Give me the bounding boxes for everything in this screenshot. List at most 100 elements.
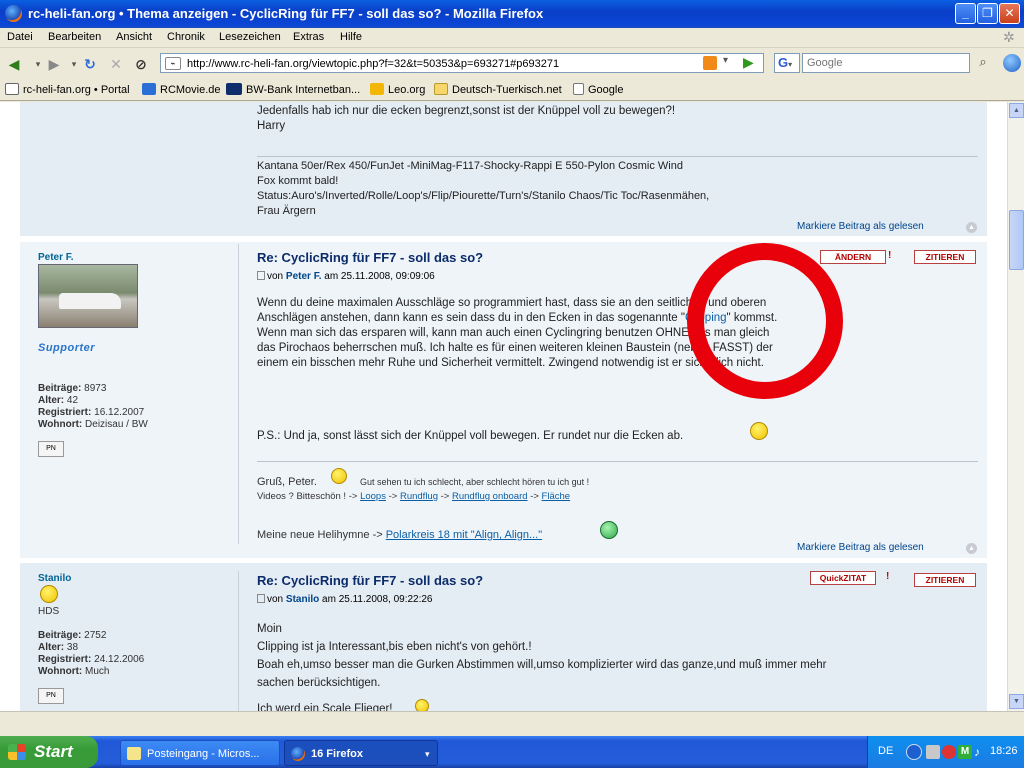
scroll-top-icon[interactable]: ▲: [966, 543, 977, 554]
home-icon[interactable]: ⊘: [131, 54, 151, 74]
tray-security-icon[interactable]: [942, 745, 956, 759]
tray-messenger-icon[interactable]: M: [958, 745, 972, 759]
mark-read-link[interactable]: Markiere Beitrag als gelesen: [797, 542, 924, 553]
post-title[interactable]: Re: CyclicRing für FF7 - soll das so?: [257, 573, 483, 588]
volume-icon[interactable]: ♪: [974, 745, 986, 759]
video-link-flaeche[interactable]: Fläche: [542, 491, 571, 502]
scrollbar-thumb[interactable]: [1009, 210, 1024, 270]
smiley-icon: [415, 699, 429, 711]
post-username[interactable]: Stanilo: [38, 573, 71, 584]
post-username[interactable]: Peter F.: [38, 252, 74, 263]
hymn-link[interactable]: Polarkreis 18 mit "Align, Align...": [386, 529, 542, 541]
reload-icon[interactable]: ↻: [80, 54, 100, 74]
firefox-icon: [5, 5, 22, 22]
window-titlebar[interactable]: rc-heli-fan.org • Thema anzeigen - Cycli…: [0, 0, 1024, 28]
menu-chronik[interactable]: Chronik: [167, 31, 205, 43]
post-icon: [257, 594, 265, 603]
user-stats: Beiträge: 2752 Alter: 38 Registriert: 24…: [38, 630, 145, 677]
back-button[interactable]: ◀: [4, 54, 24, 74]
pm-button[interactable]: PN: [38, 441, 64, 457]
signature-greeting: Gruß, Peter.: [257, 476, 317, 488]
folder-icon: [434, 83, 448, 95]
search-engine-selector[interactable]: G▾: [774, 53, 800, 73]
stop-icon[interactable]: ✕: [106, 54, 126, 74]
tray-tool-icon[interactable]: [926, 745, 940, 759]
throbber-icon: ✲: [1003, 29, 1015, 45]
taskbar-item-outlook[interactable]: Posteingang - Micros...: [120, 740, 280, 766]
quote-button[interactable]: ZITIEREN: [914, 573, 976, 587]
page-icon: [573, 83, 584, 95]
supporter-badge: Supporter: [38, 342, 96, 354]
quote-button[interactable]: ZITIEREN: [914, 250, 976, 264]
report-icon[interactable]: !: [886, 571, 889, 582]
scroll-up-button[interactable]: ▲: [1009, 103, 1024, 118]
avatar-car: [59, 293, 121, 309]
start-button[interactable]: Start: [0, 736, 98, 768]
video-link-rundflug-onboard[interactable]: Rundflug onboard: [452, 491, 528, 502]
signature-divider: [257, 156, 978, 157]
search-box[interactable]: [802, 53, 970, 73]
bookmark-bw-bank[interactable]: BW-Bank Internetban...: [226, 83, 360, 96]
video-link-loops[interactable]: Loops: [360, 491, 386, 502]
menu-bar: Datei Bearbeiten Ansicht Chronik Lesezei…: [0, 28, 1024, 48]
rss-feed-icon[interactable]: [703, 56, 717, 70]
menu-lesezeichen[interactable]: Lesezeichen: [219, 31, 281, 43]
bookmark-deutsch-tuerkisch[interactable]: Deutsch-Tuerkisch.net: [434, 83, 562, 96]
bookmark-leo[interactable]: Leo.org: [370, 83, 425, 96]
taskbar-item-firefox[interactable]: 16 Firefox ▾: [284, 740, 438, 766]
avatar: [38, 264, 138, 328]
mark-read-link[interactable]: Markiere Beitrag als gelesen: [797, 221, 924, 232]
menu-bearbeiten[interactable]: Bearbeiten: [48, 31, 101, 43]
minimize-button[interactable]: _: [955, 3, 976, 24]
bookmark-rc-heli-fan[interactable]: rc-heli-fan.org • Portal: [5, 83, 130, 96]
search-icon[interactable]: ⌕: [973, 54, 993, 72]
url-text[interactable]: http://www.rc-heli-fan.org/viewtopic.php…: [187, 58, 559, 70]
menu-hilfe[interactable]: Hilfe: [340, 31, 362, 43]
close-button[interactable]: ✕: [999, 3, 1020, 24]
menu-extras[interactable]: Extras: [293, 31, 324, 43]
waving-smiley-icon: [331, 468, 347, 484]
leo-icon: [370, 83, 384, 95]
system-tray: DE M ♪ 18:26: [867, 736, 1024, 768]
heli-icon: [5, 83, 19, 95]
bookmark-google[interactable]: Google: [573, 83, 623, 96]
menu-datei[interactable]: Datei: [7, 31, 33, 43]
signature-divider: [257, 461, 978, 462]
pm-button[interactable]: PN: [38, 688, 64, 704]
scroll-down-button[interactable]: ▼: [1009, 694, 1024, 709]
go-button[interactable]: ▶: [743, 54, 754, 71]
site-favicon-icon: ⌁: [165, 57, 181, 70]
post-title[interactable]: Re: CyclicRing für FF7 - soll das so?: [257, 250, 483, 265]
network-icon[interactable]: [906, 744, 922, 760]
language-indicator[interactable]: DE: [878, 745, 893, 757]
video-link-rundflug[interactable]: Rundflug: [400, 491, 438, 502]
globe-icon[interactable]: [1003, 54, 1021, 72]
post-column-divider: [238, 244, 239, 544]
post-stanilo: Stanilo HDS Beiträge: 2752 Alter: 38 Reg…: [20, 563, 987, 711]
confused-smiley-icon: [40, 585, 58, 603]
taskbar: Start Posteingang - Micros... 16 Firefox…: [0, 736, 1024, 768]
bookmarks-toolbar: rc-heli-fan.org • Portal RCMovie.de BW-B…: [0, 79, 1024, 101]
report-icon[interactable]: !: [888, 250, 891, 261]
post-meta: von Peter F. am 25.11.2008, 09:09:06: [257, 271, 435, 282]
url-dropdown-icon[interactable]: ▾: [723, 55, 728, 66]
bookmark-rcmovie[interactable]: RCMovie.de: [142, 83, 221, 96]
clock[interactable]: 18:26: [990, 745, 1018, 757]
post-ps: P.S.: Und ja, sonst lässt sich der Knüpp…: [257, 430, 684, 442]
scroll-top-icon[interactable]: ▲: [966, 222, 977, 233]
vertical-scrollbar[interactable]: ▲ ▼: [1007, 102, 1024, 711]
post-meta: von Stanilo am 25.11.2008, 09:22:26: [257, 594, 433, 605]
bank-icon: [226, 83, 242, 95]
user-rank: HDS: [38, 606, 60, 617]
quickquote-button[interactable]: QuickZITAT: [810, 571, 876, 585]
status-bar: [0, 711, 1024, 736]
signature-hymn: Meine neue Helihymne -> Polarkreis 18 mi…: [257, 529, 543, 541]
search-input[interactable]: [803, 54, 963, 72]
maximize-button[interactable]: ❐: [977, 3, 998, 24]
smiley-icon: [750, 422, 768, 440]
grin-smiley-icon: [600, 521, 618, 539]
forward-button[interactable]: ▶: [44, 54, 64, 74]
url-bar[interactable]: ⌁ http://www.rc-heli-fan.org/viewtopic.p…: [160, 53, 764, 73]
edit-button[interactable]: ÄNDERN: [820, 250, 886, 264]
menu-ansicht[interactable]: Ansicht: [116, 31, 152, 43]
